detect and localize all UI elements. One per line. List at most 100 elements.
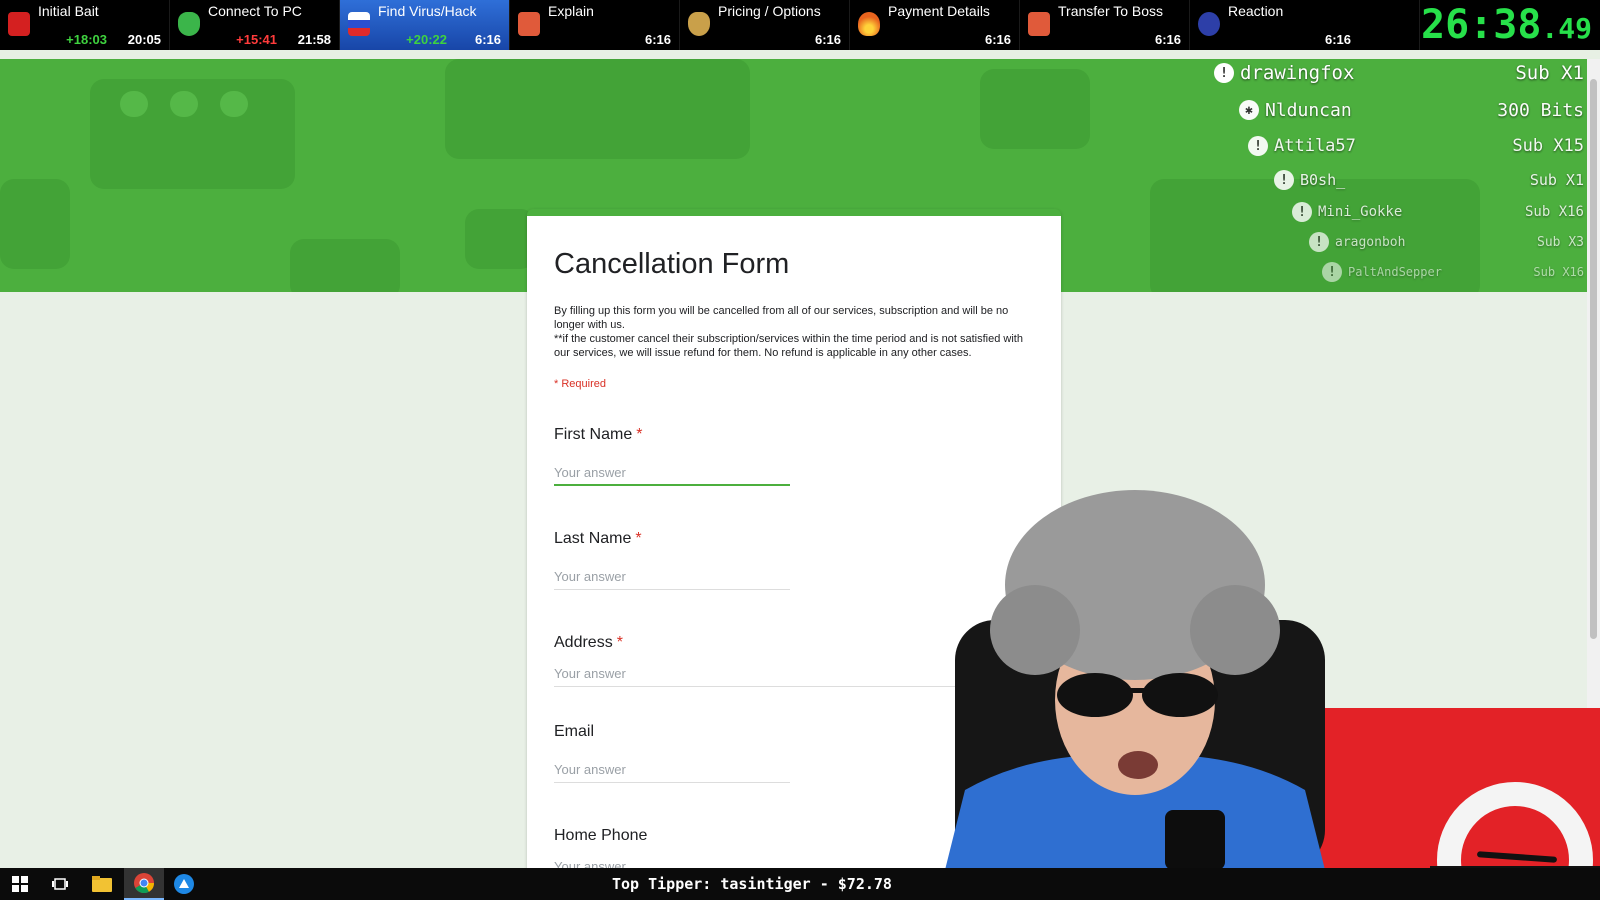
webcam-wig (990, 585, 1080, 675)
alert-value: Sub X1 (1515, 62, 1584, 84)
split-time: 6:16 (984, 32, 1011, 47)
alert-username: drawingfox (1240, 62, 1355, 84)
home-phone-input[interactable] (554, 854, 790, 868)
alert-icon: ! (1292, 202, 1312, 222)
banner-decoration (120, 91, 148, 117)
webcam-sunglasses-bridge (1130, 688, 1144, 693)
question-label: Last Name (554, 530, 632, 547)
question-label: Email (554, 723, 595, 740)
speedrun-splits-bar: Initial Bait +18:03 20:05 Connect To PC … (0, 0, 1600, 50)
alert-value: Sub X15 (1512, 136, 1584, 156)
split-payment-details: Payment Details 6:16 (850, 0, 1020, 50)
last-name-label: Last Name * (554, 530, 642, 548)
webcam-sunglasses (1142, 673, 1218, 717)
split-time: 6:16 (644, 32, 671, 47)
windows-taskbar: Top Tipper: tasintiger - $72.78 (0, 868, 1600, 900)
alert-value: Sub X16 (1524, 204, 1584, 220)
alert-username: PaltAndSepper (1348, 265, 1442, 279)
webcam-mouth (1118, 751, 1158, 779)
split-name: Initial Bait (38, 3, 99, 19)
banner-decoration (170, 91, 198, 117)
split-time: 6:16 (1154, 32, 1181, 47)
card-icon (518, 12, 540, 36)
split-reaction: Reaction 6:16 (1190, 0, 1420, 50)
question-label: Home Phone (554, 827, 648, 844)
required-asterisk: * (635, 530, 642, 547)
timer-main: 26:38 (1421, 2, 1542, 48)
split-explain: Explain 6:16 (510, 0, 680, 50)
webcam-wig (1190, 585, 1280, 675)
alert-item: ! B0sh_ Sub X1 (1274, 168, 1584, 192)
question-label: Address (554, 634, 613, 651)
split-time: 20:05 (127, 32, 161, 47)
webcam-sunglasses (1057, 673, 1133, 717)
required-asterisk: * (616, 634, 623, 651)
split-name: Transfer To Boss (1058, 3, 1164, 19)
form-title: Cancellation Form (554, 248, 790, 280)
alert-icon: ! (1322, 262, 1342, 282)
required-asterisk: * (636, 426, 643, 443)
top-tipper-ticker: Top Tipper: tasintiger - $72.78 (612, 875, 892, 893)
banner-decoration (980, 69, 1090, 149)
first-name-label: First Name * (554, 426, 642, 444)
card-icon (1028, 12, 1050, 36)
alert-icon: ! (1214, 63, 1234, 83)
alert-username: Attila57 (1274, 136, 1356, 156)
last-name-input[interactable] (554, 564, 790, 590)
split-name: Connect To PC (208, 3, 302, 19)
split-delta: +15:41 (236, 32, 277, 47)
alert-item: ! Attila57 Sub X15 (1248, 133, 1584, 159)
fez-icon (8, 12, 30, 36)
form-description-line: **if the customer cancel their subscript… (554, 333, 1023, 359)
alert-item: ! PaltAndSepper Sub X16 (1322, 262, 1584, 282)
email-input[interactable] (554, 757, 790, 783)
alert-value: 300 Bits (1497, 99, 1584, 121)
task-view-icon[interactable] (40, 868, 80, 900)
banner-decoration (290, 239, 400, 292)
alert-username: Mini_Gokke (1318, 204, 1403, 220)
split-name: Reaction (1228, 3, 1284, 19)
run-timer: 26:38 .49 (1421, 0, 1592, 50)
home-phone-label: Home Phone (554, 827, 651, 845)
windows-start-icon[interactable] (0, 868, 40, 900)
webcam-streamer (945, 490, 1325, 870)
alert-item: ! drawingfox Sub X1 (1214, 59, 1584, 87)
meter-gauge-icon (1437, 782, 1593, 866)
alert-item: ! Mini_Gokke Sub X16 (1292, 201, 1584, 223)
question-label: First Name (554, 426, 633, 443)
timer-fraction: .49 (1541, 12, 1592, 45)
alert-username: B0sh_ (1300, 171, 1346, 189)
file-explorer-icon[interactable] (82, 868, 122, 900)
alert-value: Sub X3 (1537, 234, 1584, 250)
first-name-input[interactable] (554, 460, 790, 486)
alert-item: ✱ Nlduncan 300 Bits (1239, 96, 1584, 124)
split-time: 6:16 (1324, 32, 1351, 47)
banner-decoration (465, 209, 535, 269)
money-bag-icon (688, 12, 710, 36)
split-name: Pricing / Options (718, 3, 821, 19)
stream-screen: Initial Bait +18:03 20:05 Connect To PC … (0, 0, 1600, 900)
alert-icon: ✱ (1239, 100, 1259, 120)
chrome-icon[interactable] (124, 868, 164, 900)
alert-username: aragonboh (1335, 234, 1406, 250)
required-note: * Required (554, 378, 606, 390)
banner-decoration (0, 179, 70, 269)
split-delta: +18:03 (66, 32, 107, 47)
flag-icon (348, 12, 370, 36)
alert-value: Sub X1 (1529, 171, 1584, 189)
split-pricing-options: Pricing / Options 6:16 (680, 0, 850, 50)
split-time: 6:16 (814, 32, 841, 47)
alert-value: Sub X16 (1533, 265, 1584, 279)
split-find-virus-hack: Find Virus/Hack +20:22 6:16 (340, 0, 510, 50)
face-icon (1198, 12, 1220, 36)
banner-decoration (445, 59, 750, 159)
split-name: Explain (548, 3, 594, 19)
remote-support-icon[interactable] (164, 868, 204, 900)
alert-icon: ! (1309, 232, 1329, 252)
shield-icon (178, 12, 200, 36)
alert-icon: ! (1274, 170, 1294, 190)
address-label: Address * (554, 634, 623, 652)
scrollbar-thumb[interactable] (1590, 79, 1597, 639)
split-time: 21:58 (297, 32, 331, 47)
split-connect-to-pc: Connect To PC +15:41 21:58 (170, 0, 340, 50)
